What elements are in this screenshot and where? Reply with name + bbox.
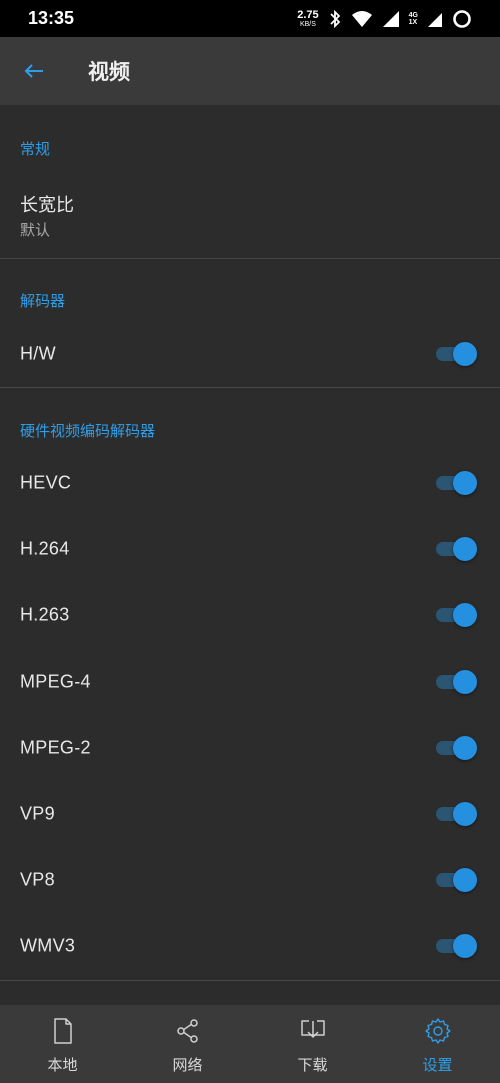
nav-item-network[interactable]: 网络 <box>125 1005 250 1083</box>
codec-row-vp9[interactable]: VP9 <box>0 781 500 847</box>
codec-toggle[interactable] <box>436 471 477 495</box>
hw-toggle[interactable] <box>436 342 477 366</box>
codec-row-mpeg2[interactable]: MPEG-2 <box>0 715 500 781</box>
toggle-thumb <box>453 537 477 561</box>
aspect-ratio-value: 默认 <box>20 221 51 239</box>
toggle-thumb <box>453 802 477 826</box>
wifi-icon <box>351 10 372 27</box>
aspect-ratio-setting[interactable]: 长宽比 默认 <box>0 175 500 255</box>
page-title: 视频 <box>88 60 130 84</box>
codec-row-h263[interactable]: H.263 <box>0 582 500 648</box>
network-type-bottom: 1X <box>408 18 418 26</box>
divider <box>0 980 500 981</box>
download-icon <box>300 1020 325 1039</box>
codec-toggle[interactable] <box>436 868 477 892</box>
toggle-thumb <box>453 603 477 627</box>
nav-label: 下载 <box>297 1056 328 1074</box>
network-type: 4G 1X <box>409 12 418 26</box>
bottom-nav: 本地 网络 下载 设置 <box>0 1005 500 1083</box>
codec-toggle[interactable] <box>436 802 477 826</box>
codec-row-mpeg4[interactable]: MPEG-4 <box>0 649 500 715</box>
nav-label: 网络 <box>172 1056 203 1074</box>
toggle-thumb <box>453 736 477 760</box>
nav-label: 设置 <box>422 1056 453 1074</box>
back-button[interactable] <box>0 37 68 105</box>
codec-row-vp8[interactable]: VP8 <box>0 847 500 913</box>
nav-item-download[interactable]: 下载 <box>250 1005 375 1083</box>
aspect-ratio-title: 长宽比 <box>20 195 74 216</box>
codec-row-wmv3[interactable]: WMV3 <box>0 913 500 979</box>
toggle-thumb <box>453 471 477 495</box>
signal-secondary-icon <box>428 12 442 27</box>
codec-toggle[interactable] <box>436 537 477 561</box>
section-header-hw-codecs: 硬件视频编码解码器 <box>20 422 156 440</box>
arrow-left-icon <box>24 64 43 78</box>
network-type-top: 4G <box>408 11 418 19</box>
app-header: 视频 <box>0 37 500 105</box>
divider <box>0 387 500 388</box>
codec-row-hevc[interactable]: HEVC <box>0 450 500 516</box>
setting-label: H/W <box>20 343 56 364</box>
net-speed-value: 2.75 <box>297 8 319 21</box>
divider <box>0 258 500 259</box>
codec-label: VP8 <box>20 869 55 890</box>
net-speed-unit: KB/S <box>299 20 316 28</box>
file-icon <box>53 1018 72 1044</box>
codec-label: MPEG-4 <box>20 671 91 692</box>
nav-item-local[interactable]: 本地 <box>0 1005 125 1083</box>
signal-icon <box>382 10 399 27</box>
nav-item-settings[interactable]: 设置 <box>375 1005 500 1083</box>
codec-toggle[interactable] <box>436 736 477 760</box>
status-time: 13:35 <box>28 8 75 28</box>
net-speed: 2.75 KB/S <box>297 8 319 28</box>
bluetooth-icon <box>330 9 340 28</box>
codec-label: VP9 <box>20 803 55 824</box>
codec-toggle[interactable] <box>436 603 477 627</box>
codec-label: H.264 <box>20 538 70 559</box>
nav-label: 本地 <box>47 1056 78 1074</box>
gear-icon <box>424 1018 451 1044</box>
codec-label: H.263 <box>20 604 70 625</box>
section-header-general: 常规 <box>20 140 51 158</box>
codec-toggle[interactable] <box>436 670 477 694</box>
codec-toggle[interactable] <box>436 934 477 958</box>
status-bar: 13:35 2.75 KB/S 4G 1X <box>0 0 500 37</box>
status-icons: 2.75 KB/S 4G 1X <box>297 9 472 29</box>
codec-row-h264[interactable]: H.264 <box>0 516 500 582</box>
codec-label: WMV3 <box>20 935 76 956</box>
toggle-thumb <box>453 670 477 694</box>
toggle-thumb <box>453 342 477 366</box>
setting-row-hw[interactable]: H/W <box>0 321 500 387</box>
toggle-thumb <box>453 868 477 892</box>
settings-content[interactable]: 常规 长宽比 默认 解码器 H/W 硬件视频编码解码器 HEVC H.264 H… <box>0 105 500 1005</box>
codec-label: MPEG-2 <box>20 737 91 758</box>
section-header-decoder: 解码器 <box>20 292 66 310</box>
share-icon <box>176 1019 198 1043</box>
toggle-thumb <box>453 934 477 958</box>
codec-label: HEVC <box>20 472 72 493</box>
battery-icon <box>453 9 471 28</box>
screen: 13:35 2.75 KB/S 4G 1X 视频 常规 长宽比 默认 解码器 H… <box>0 0 500 1083</box>
